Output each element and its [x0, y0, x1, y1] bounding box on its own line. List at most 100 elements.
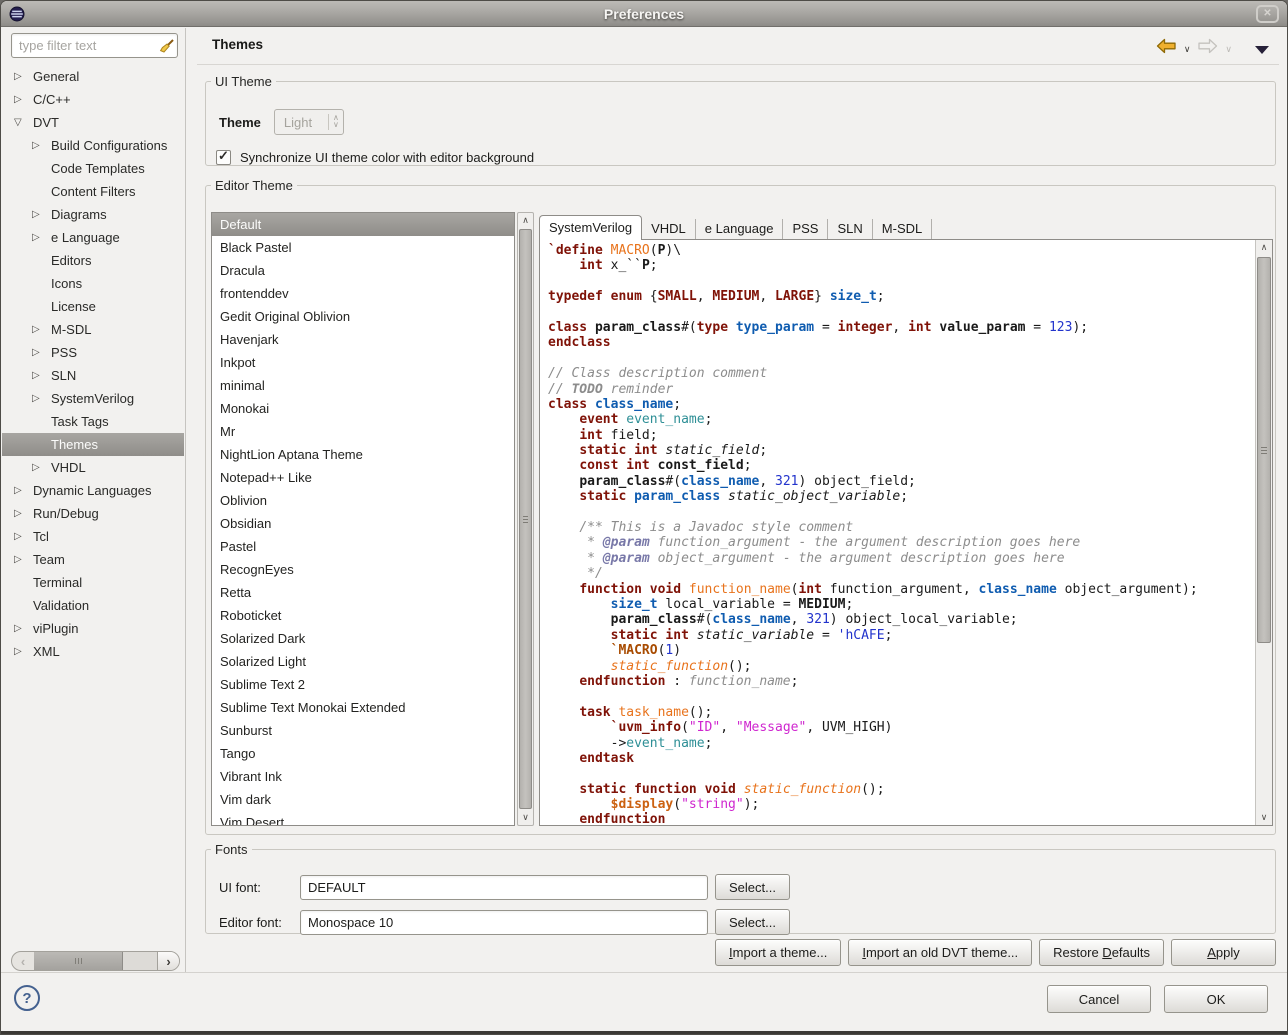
import-old-dvt-theme-button[interactable]: Import an old DVT theme...: [848, 939, 1032, 966]
tree-item-m-sdl[interactable]: ▷M-SDL: [2, 318, 184, 341]
collapsed-arrow-icon[interactable]: ▷: [14, 531, 30, 542]
tree-item-build-configurations[interactable]: ▷Build Configurations: [2, 134, 184, 157]
scroll-up-button[interactable]: ∧: [518, 213, 533, 228]
theme-select[interactable]: Light ∧∨: [274, 109, 344, 135]
help-button[interactable]: ?: [14, 985, 40, 1011]
sync-checkbox-row[interactable]: ✓ Synchronize UI theme color with editor…: [216, 150, 534, 165]
scrollbar-thumb[interactable]: [34, 952, 123, 970]
tab-e-language[interactable]: e Language: [696, 219, 784, 239]
theme-item-oblivion[interactable]: Oblivion: [212, 489, 514, 512]
tab-systemverilog[interactable]: SystemVerilog: [539, 215, 642, 240]
ui-font-select-button[interactable]: Select...: [715, 874, 790, 900]
collapsed-arrow-icon[interactable]: ▷: [32, 324, 48, 335]
tree-item-general[interactable]: ▷General: [2, 65, 184, 88]
restore-defaults-button[interactable]: Restore Defaults: [1039, 939, 1164, 966]
theme-item-frontenddev[interactable]: frontenddev: [212, 282, 514, 305]
tree-item-tcl[interactable]: ▷Tcl: [2, 525, 184, 548]
collapsed-arrow-icon[interactable]: ▷: [14, 94, 30, 105]
back-history-chevron-icon[interactable]: ∨: [1184, 44, 1191, 55]
scroll-down-button[interactable]: ∨: [518, 810, 533, 825]
tree-item-run-debug[interactable]: ▷Run/Debug: [2, 502, 184, 525]
theme-item-monokai[interactable]: Monokai: [212, 397, 514, 420]
theme-item-sublime-text-monokai-extended[interactable]: Sublime Text Monokai Extended: [212, 696, 514, 719]
tab-vhdl[interactable]: VHDL: [642, 219, 696, 239]
sync-checkbox[interactable]: ✓: [216, 150, 231, 165]
theme-item-retta[interactable]: Retta: [212, 581, 514, 604]
theme-item-recogneyes[interactable]: RecognEyes: [212, 558, 514, 581]
clear-filter-icon[interactable]: [157, 38, 177, 54]
theme-list-scrollbar[interactable]: ∧ ∨: [517, 212, 534, 826]
collapsed-arrow-icon[interactable]: ▷: [14, 623, 30, 634]
theme-item-minimal[interactable]: minimal: [212, 374, 514, 397]
scroll-right-button[interactable]: ›: [157, 952, 179, 970]
theme-item-solarized-light[interactable]: Solarized Light: [212, 650, 514, 673]
tree-item-code-templates[interactable]: Code Templates: [2, 157, 184, 180]
tree-item-terminal[interactable]: Terminal: [2, 571, 184, 594]
tab-m-sdl[interactable]: M-SDL: [873, 219, 932, 239]
collapsed-arrow-icon[interactable]: ▷: [32, 140, 48, 151]
editor-font-select-button[interactable]: Select...: [715, 909, 790, 935]
collapsed-arrow-icon[interactable]: ▷: [32, 462, 48, 473]
collapsed-arrow-icon[interactable]: ▷: [32, 347, 48, 358]
tree-item-pss[interactable]: ▷PSS: [2, 341, 184, 364]
tree-item-dynamic-languages[interactable]: ▷Dynamic Languages: [2, 479, 184, 502]
tree-item-e-language[interactable]: ▷e Language: [2, 226, 184, 249]
theme-item-vibrant-ink[interactable]: Vibrant Ink: [212, 765, 514, 788]
scrollbar-track[interactable]: [34, 952, 157, 970]
tree-item-themes[interactable]: Themes: [2, 433, 184, 456]
theme-item-pastel[interactable]: Pastel: [212, 535, 514, 558]
theme-item-roboticket[interactable]: Roboticket: [212, 604, 514, 627]
collapsed-arrow-icon[interactable]: ▷: [32, 393, 48, 404]
theme-item-nightlion-aptana-theme[interactable]: NightLion Aptana Theme: [212, 443, 514, 466]
back-arrow-icon[interactable]: [1156, 38, 1177, 59]
tree-item-editors[interactable]: Editors: [2, 249, 184, 272]
collapsed-arrow-icon[interactable]: ▷: [14, 646, 30, 657]
tree-horizontal-scrollbar[interactable]: ‹ ›: [11, 951, 180, 971]
collapsed-arrow-icon[interactable]: ▷: [14, 508, 30, 519]
collapsed-arrow-icon[interactable]: ▷: [14, 71, 30, 82]
theme-item-sublime-text-2[interactable]: Sublime Text 2: [212, 673, 514, 696]
scrollbar-thumb[interactable]: [519, 229, 532, 809]
collapsed-arrow-icon[interactable]: ▷: [14, 485, 30, 496]
theme-item-mr[interactable]: Mr: [212, 420, 514, 443]
scrollbar-thumb[interactable]: [1257, 257, 1271, 643]
theme-item-obsidian[interactable]: Obsidian: [212, 512, 514, 535]
collapsed-arrow-icon[interactable]: ▷: [32, 232, 48, 243]
tree-item-systemverilog[interactable]: ▷SystemVerilog: [2, 387, 184, 410]
tree-item-team[interactable]: ▷Team: [2, 548, 184, 571]
scroll-up-button[interactable]: ∧: [1256, 240, 1272, 255]
collapsed-arrow-icon[interactable]: ▷: [14, 554, 30, 565]
expanded-arrow-icon[interactable]: ▽: [14, 117, 30, 128]
collapsed-arrow-icon[interactable]: ▷: [32, 209, 48, 220]
cancel-button[interactable]: Cancel: [1047, 985, 1151, 1013]
close-button[interactable]: ✕: [1256, 5, 1279, 23]
theme-item-sunburst[interactable]: Sunburst: [212, 719, 514, 742]
theme-item-dracula[interactable]: Dracula: [212, 259, 514, 282]
theme-item-solarized-dark[interactable]: Solarized Dark: [212, 627, 514, 650]
editor-font-input[interactable]: [300, 910, 708, 935]
theme-item-black-pastel[interactable]: Black Pastel: [212, 236, 514, 259]
collapsed-arrow-icon[interactable]: ▷: [32, 370, 48, 381]
ui-font-input[interactable]: [300, 875, 708, 900]
theme-item-default[interactable]: Default: [212, 213, 514, 236]
theme-item-vim-desert[interactable]: Vim Desert: [212, 811, 514, 826]
tree-item-sln[interactable]: ▷SLN: [2, 364, 184, 387]
theme-item-inkpot[interactable]: Inkpot: [212, 351, 514, 374]
tree-item-c-c[interactable]: ▷C/C++: [2, 88, 184, 111]
theme-item-havenjark[interactable]: Havenjark: [212, 328, 514, 351]
tree-item-vhdl[interactable]: ▷VHDL: [2, 456, 184, 479]
tree-item-diagrams[interactable]: ▷Diagrams: [2, 203, 184, 226]
tree-item-license[interactable]: License: [2, 295, 184, 318]
titlebar[interactable]: Preferences ✕: [1, 1, 1287, 27]
theme-item-tango[interactable]: Tango: [212, 742, 514, 765]
import-theme-button[interactable]: Import a theme...: [715, 939, 841, 966]
tree-item-icons[interactable]: Icons: [2, 272, 184, 295]
tree-item-xml[interactable]: ▷XML: [2, 640, 184, 663]
tab-sln[interactable]: SLN: [828, 219, 872, 239]
theme-item-vim-dark[interactable]: Vim dark: [212, 788, 514, 811]
theme-item-notepad-like[interactable]: Notepad++ Like: [212, 466, 514, 489]
scroll-left-button[interactable]: ‹: [12, 952, 34, 970]
tree-item-dvt[interactable]: ▽DVT: [2, 111, 184, 134]
tree-item-viplugin[interactable]: ▷viPlugin: [2, 617, 184, 640]
ok-button[interactable]: OK: [1164, 985, 1268, 1013]
